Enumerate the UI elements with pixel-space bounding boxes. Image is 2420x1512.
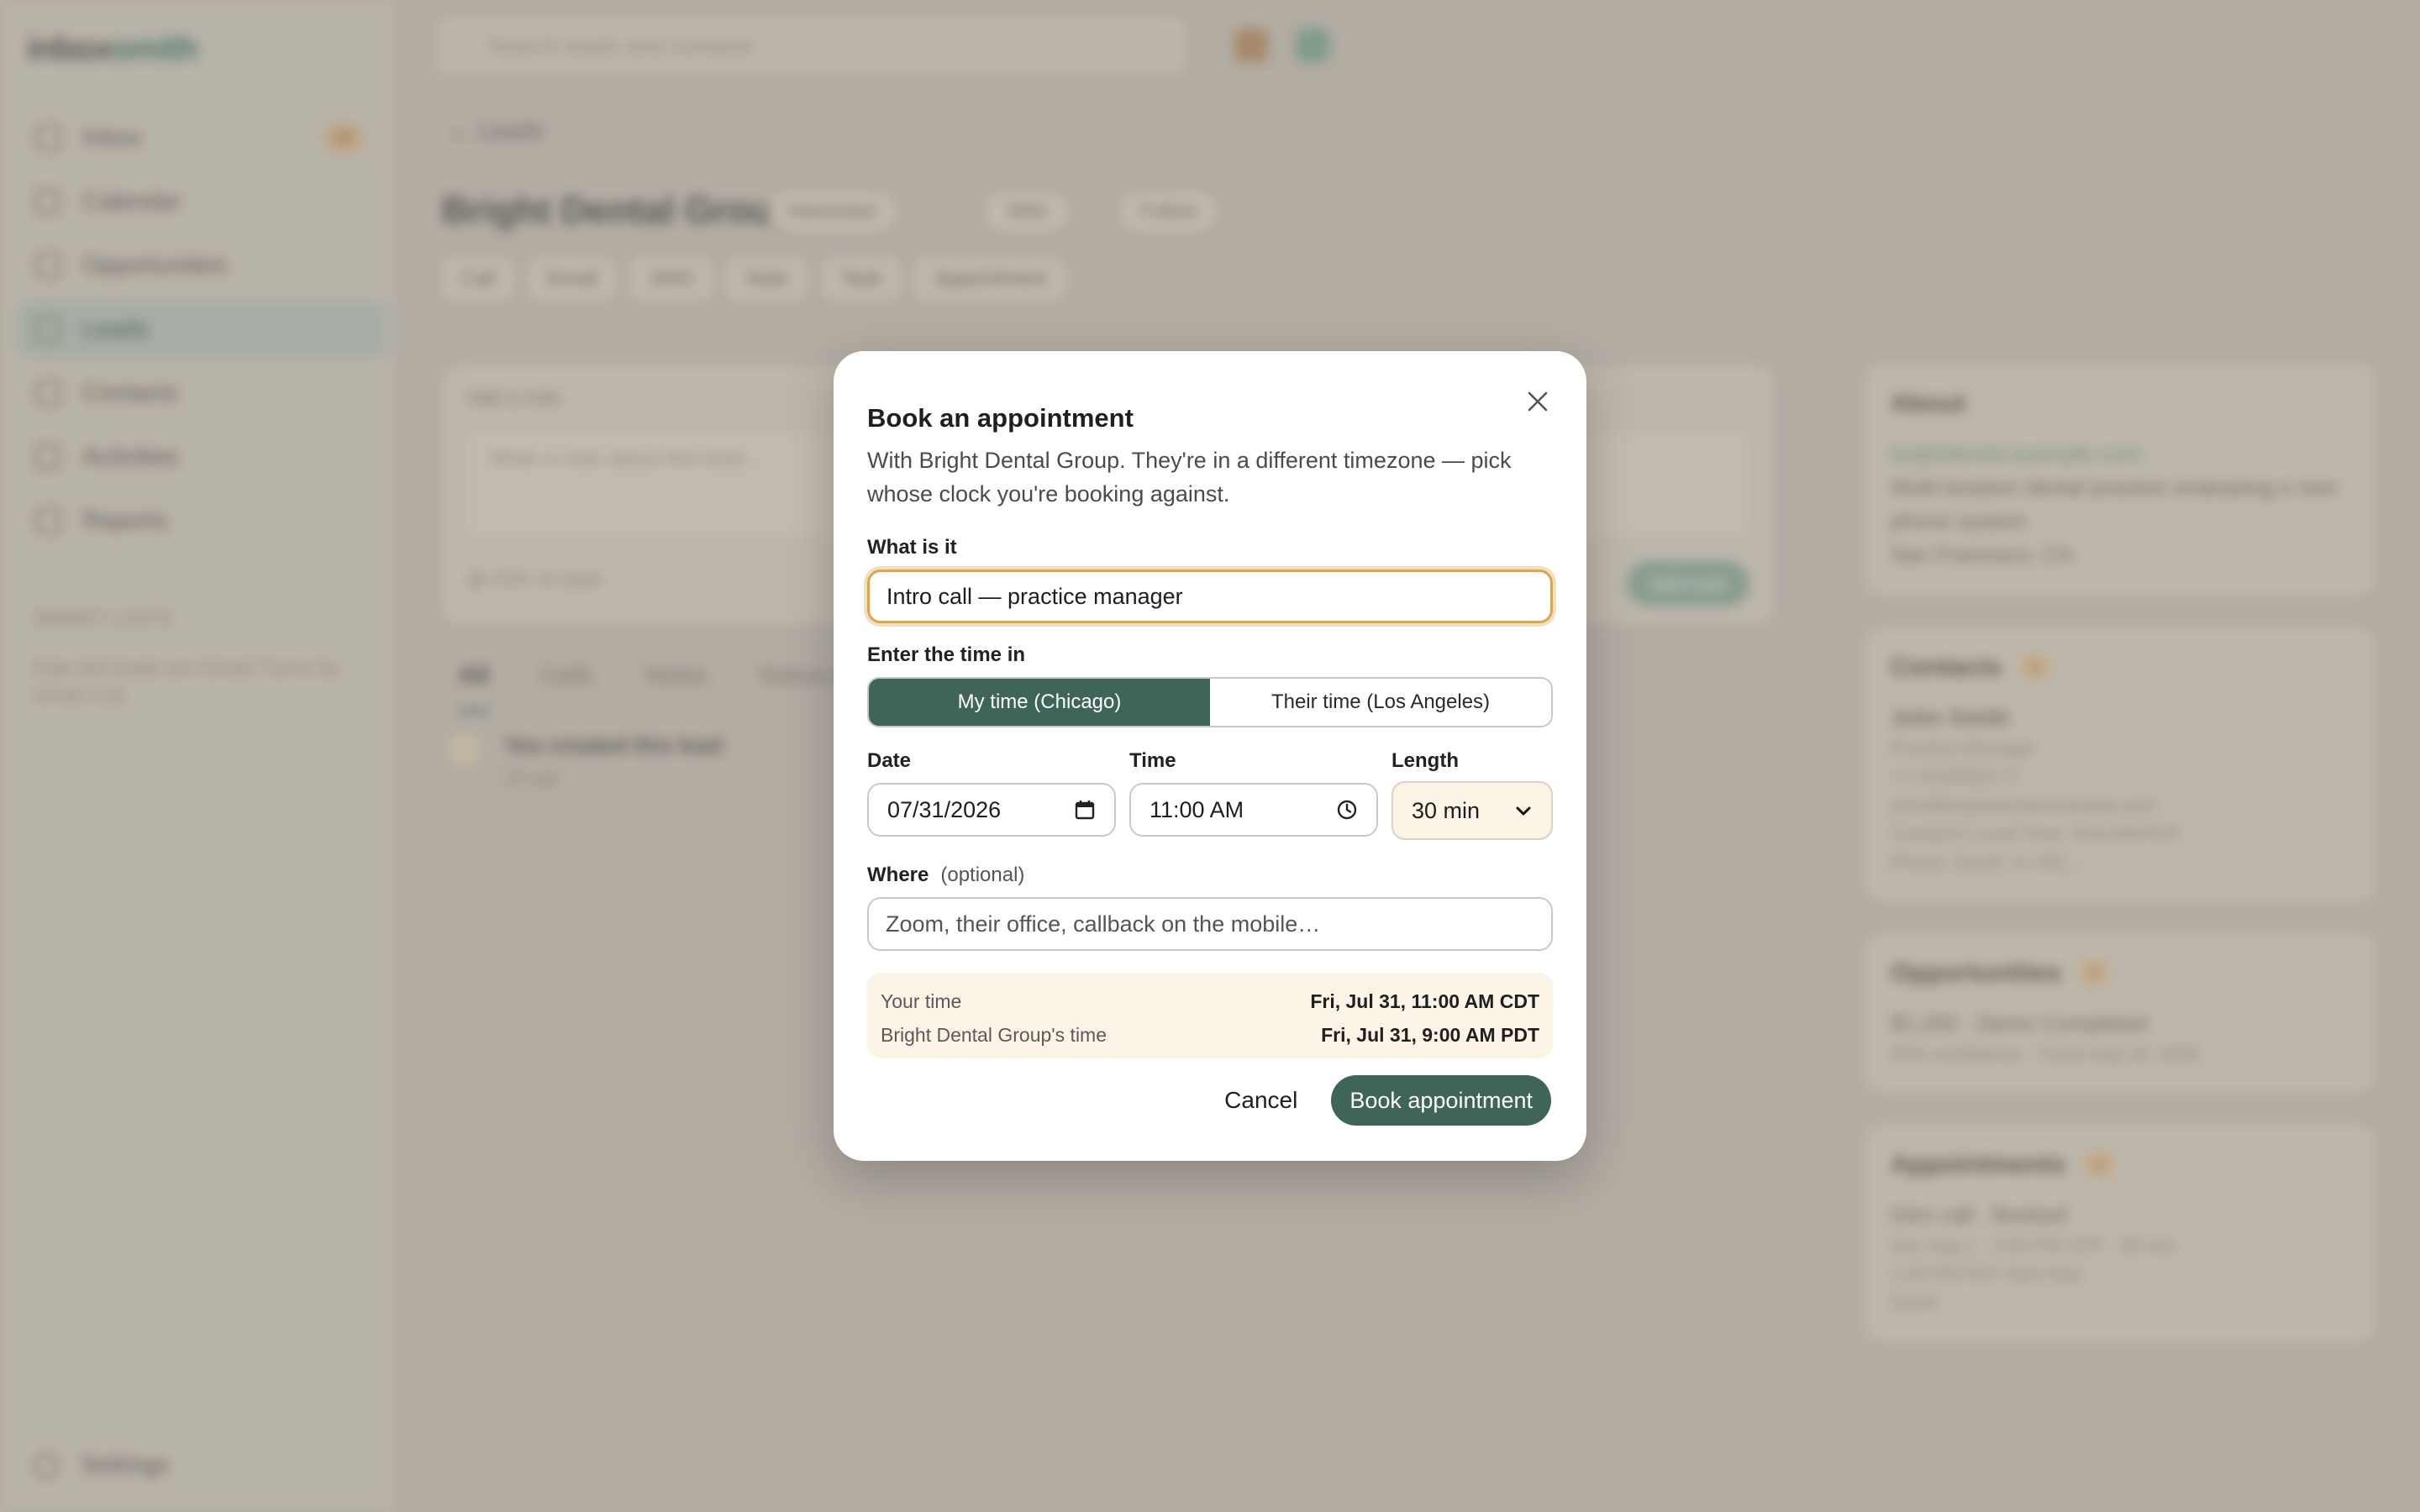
timezone-toggle: My time (Chicago) Their time (Los Angele… <box>867 677 1553 727</box>
close-button[interactable] <box>1521 385 1555 418</box>
timezone-label: Enter the time in <box>867 643 1026 666</box>
book-appointment-button[interactable]: Book appointment <box>1331 1075 1551 1126</box>
dialog-actions: Cancel Book appointment <box>1224 1075 1551 1126</box>
date-label: Date <box>867 749 912 772</box>
where-input[interactable]: Zoom, their office, callback on the mobi… <box>867 897 1553 951</box>
date-time-length-row: Date 07/31/2026 Time 11:00 AM Length 30 … <box>867 749 1553 840</box>
their-time-value: Fri, Jul 31, 9:00 AM PDT <box>1321 1024 1539 1046</box>
my-time-option[interactable]: My time (Chicago) <box>869 679 1210 726</box>
length-value: 30 min <box>1412 797 1481 823</box>
their-time-row: Bright Dental Group's time Fri, Jul 31, … <box>881 1018 1539 1052</box>
book-appointment-dialog: Book an appointment With Bright Dental G… <box>834 351 1586 1161</box>
close-icon <box>1528 391 1548 412</box>
length-label: Length <box>1392 749 1459 772</box>
your-time-value: Fri, Jul 31, 11:00 AM CDT <box>1310 990 1539 1012</box>
date-value: 07/31/2026 <box>887 796 1002 822</box>
calendar-icon <box>1075 801 1095 820</box>
length-select[interactable]: 30 min <box>1392 781 1553 840</box>
dialog-subtitle: With Bright Dental Group. They're in a d… <box>867 448 1512 507</box>
your-time-row: Your time Fri, Jul 31, 11:00 AM CDT <box>881 984 1539 1018</box>
time-input[interactable]: 11:00 AM <box>1129 783 1378 837</box>
where-label: Where (optional) <box>867 864 1025 886</box>
time-label: Time <box>1129 749 1176 772</box>
time-summary: Your time Fri, Jul 31, 11:00 AM CDT Brig… <box>867 973 1553 1058</box>
time-value: 11:00 AM <box>1150 796 1244 822</box>
clock-icon <box>1337 800 1357 820</box>
cancel-button[interactable]: Cancel <box>1224 1087 1297 1114</box>
their-time-option[interactable]: Their time (Los Angeles) <box>1210 679 1551 726</box>
dialog-title: Book an appointment <box>867 403 1134 433</box>
what-label: What is it <box>867 536 957 559</box>
appointment-title-input[interactable] <box>867 570 1553 623</box>
date-input[interactable]: 07/31/2026 <box>867 783 1116 837</box>
chevron-down-icon <box>1516 806 1531 816</box>
